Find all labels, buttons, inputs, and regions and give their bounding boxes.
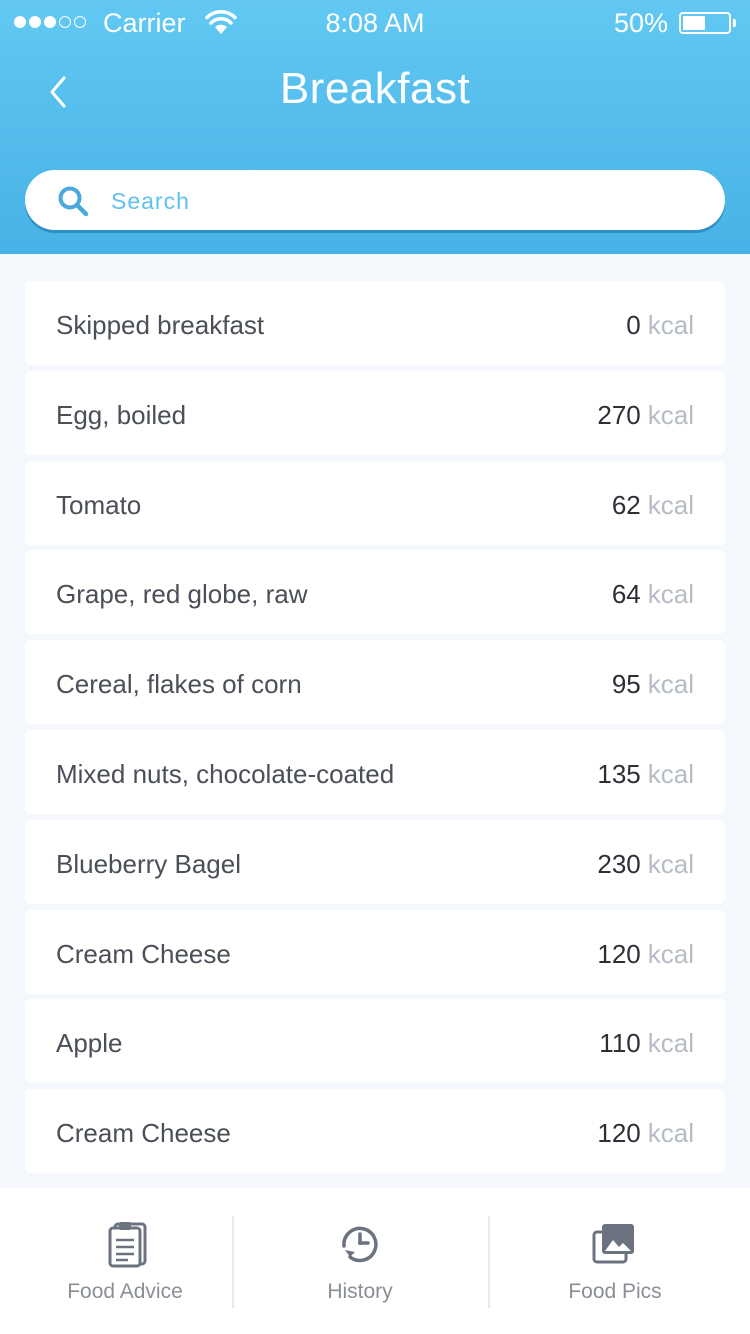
search-bar[interactable] (25, 170, 725, 232)
food-name: Grape, red globe, raw (56, 579, 308, 610)
food-name: Skipped breakfast (56, 310, 265, 340)
food-calories: 270 kcal (597, 371, 694, 459)
food-calories: 230 kcal (597, 820, 694, 908)
calorie-unit: kcal (647, 669, 694, 700)
food-row[interactable]: Mixed nuts, chocolate-coated 135 kcal (25, 729, 725, 814)
calorie-value: 120 (597, 938, 641, 969)
tab-label: Food Advice (67, 1280, 183, 1303)
calorie-unit: kcal (647, 758, 694, 789)
calorie-value: 230 (597, 848, 641, 879)
header: Carrier 8:08 AM 50% Breakfast (0, 0, 750, 254)
food-calories: 135 kcal (597, 730, 694, 818)
battery-percent: 50% (613, 8, 668, 38)
food-row[interactable]: Cereal, flakes of corn 95 kcal (25, 640, 725, 725)
calorie-unit: kcal (647, 310, 694, 340)
calorie-value: 270 (597, 399, 641, 430)
history-icon (342, 1226, 378, 1263)
clipboard-icon (108, 1222, 147, 1268)
calorie-unit: kcal (647, 938, 694, 969)
calorie-value: 64 (611, 579, 641, 610)
food-row[interactable]: Cream Cheese 120 kcal (25, 1089, 725, 1174)
calorie-unit: kcal (647, 579, 694, 610)
food-calories: 120 kcal (597, 910, 694, 998)
calorie-unit: kcal (647, 489, 694, 520)
calorie-value: 120 (597, 1118, 641, 1149)
food-row[interactable]: Apple 110 kcal (25, 999, 725, 1084)
food-name: Tomato (56, 489, 142, 520)
food-name: Apple (56, 1028, 123, 1059)
calorie-value: 95 (611, 669, 641, 700)
food-name: Cereal, flakes of corn (56, 669, 302, 700)
food-name: Cream Cheese (56, 1118, 231, 1149)
food-calories: 95 kcal (612, 640, 694, 728)
food-name: Egg, boiled (56, 399, 187, 430)
calorie-unit: kcal (647, 399, 694, 430)
food-row[interactable]: Blueberry Bagel 230 kcal (25, 819, 725, 904)
food-calories: 120 kcal (597, 1089, 694, 1177)
food-calories: 62 kcal (612, 461, 694, 549)
page-title: Breakfast (279, 64, 471, 113)
food-calories: 64 kcal (612, 550, 694, 638)
calorie-value: 110 (599, 1028, 641, 1059)
food-row[interactable]: Grape, red globe, raw 64 kcal (25, 550, 725, 635)
tab-label: History (327, 1280, 393, 1303)
tab-bar: Food Advice History Food Pics (0, 1188, 750, 1334)
food-row[interactable]: Skipped breakfast 0 kcal (25, 281, 725, 365)
photos-icon (592, 1224, 634, 1264)
calorie-unit: kcal (647, 1118, 694, 1149)
food-name: Mixed nuts, chocolate-coated (56, 758, 395, 789)
food-row[interactable]: Cream Cheese 120 kcal (25, 909, 725, 994)
calorie-value: 0 (626, 310, 641, 340)
calorie-unit: kcal (647, 848, 694, 879)
tab-food-advice[interactable]: Food Advice (0, 1188, 250, 1334)
food-row[interactable]: Egg, boiled 270 kcal (25, 370, 725, 455)
food-name: Blueberry Bagel (56, 848, 241, 879)
search-input[interactable] (109, 170, 693, 232)
battery-icon (679, 12, 731, 34)
calorie-value: 62 (611, 489, 641, 520)
food-row[interactable]: Tomato 62 kcal (25, 460, 725, 545)
food-name: Cream Cheese (56, 938, 231, 969)
food-list: Skipped breakfast 0 kcal Egg, boiled 270 kcal… (25, 281, 725, 1179)
tab-divider (232, 1216, 234, 1308)
calorie-value: 135 (597, 758, 641, 789)
status-bar: Carrier 8:08 AM 50% (0, 0, 750, 48)
tab-food-pics[interactable]: Food Pics (490, 1188, 740, 1334)
tab-label: Food Pics (568, 1280, 662, 1303)
search-icon (58, 186, 89, 217)
tab-history[interactable]: History (235, 1188, 485, 1334)
food-calories: 0 kcal (626, 281, 694, 369)
calorie-unit: kcal (647, 1028, 694, 1059)
food-calories: 110 kcal (599, 999, 694, 1087)
